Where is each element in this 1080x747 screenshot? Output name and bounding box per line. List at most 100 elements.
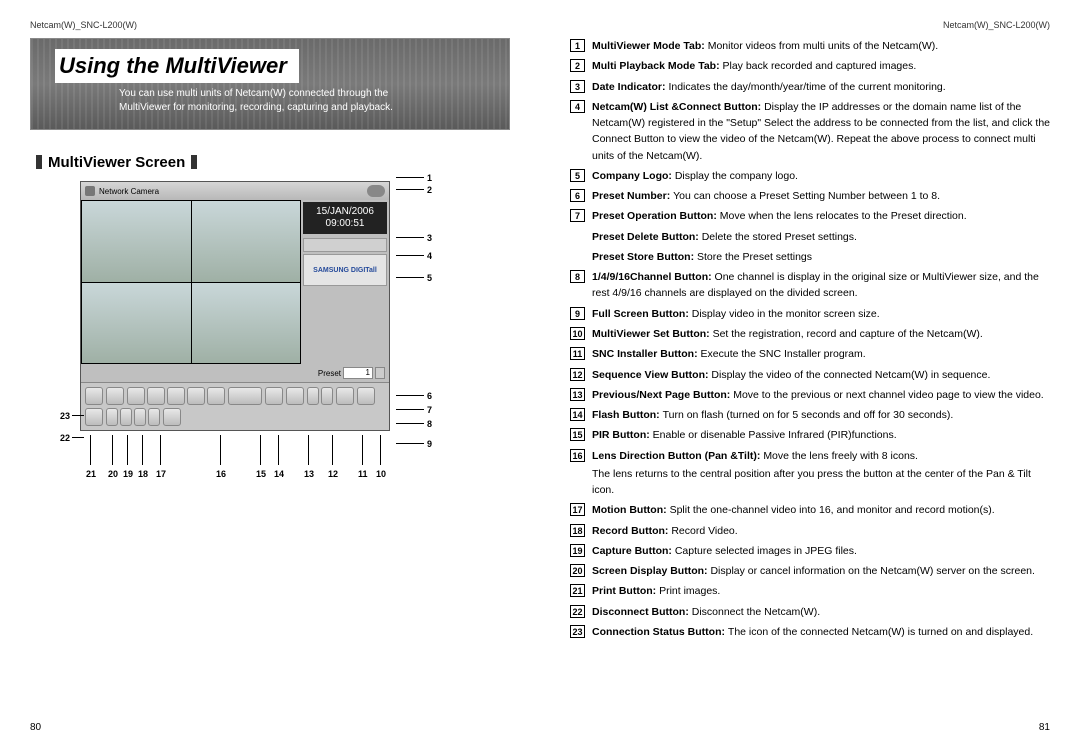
item-text: You can choose a Preset Setting Number b… [673, 190, 940, 202]
connection-status-button[interactable] [106, 387, 124, 405]
feature-item: 10MultiViewer Set Button: Set the regist… [570, 326, 1050, 342]
print-button[interactable] [127, 387, 145, 405]
feature-item: 6Preset Number: You can choose a Preset … [570, 188, 1050, 204]
section-title: MultiViewer Screen [30, 154, 510, 171]
item-text: Display the company logo. [675, 170, 798, 182]
viewer-toolbar [81, 382, 389, 430]
feature-item: Preset Delete Button: Delete the stored … [570, 229, 1050, 245]
pir-button[interactable] [265, 387, 283, 405]
header-right: Netcam(W)_SNC-L200(W) [570, 20, 1050, 30]
snc-installer-button[interactable] [357, 387, 375, 405]
callout-bottom: 13 [304, 469, 314, 479]
eye-icon [367, 185, 385, 197]
item-title: Netcam(W) List &Connect Button: [592, 101, 764, 113]
callout-8: 8 [427, 419, 432, 429]
channel-9-button[interactable] [134, 408, 146, 426]
item-number-box: 19 [570, 544, 585, 557]
flash-button[interactable] [286, 387, 304, 405]
feature-item: 9Full Screen Button: Display video in th… [570, 306, 1050, 322]
preset-number-field[interactable]: 1 [343, 367, 373, 379]
item-title: Preset Store Button: [592, 251, 697, 263]
date-indicator: 15/JAN/2006 09:00:51 [303, 202, 387, 234]
item-subtext: The lens returns to the central position… [592, 466, 1050, 499]
item-number-box: 16 [570, 449, 585, 462]
banner-title: Using the MultiViewer [55, 49, 299, 83]
item-title: Lens Direction Button (Pan &Tilt): [592, 450, 763, 462]
channel-1-button[interactable] [106, 408, 118, 426]
item-number-box: 3 [570, 80, 585, 93]
callout-bottom: 18 [138, 469, 148, 479]
screen-display-button[interactable] [147, 387, 165, 405]
record-button[interactable] [187, 387, 205, 405]
feature-item: 20Screen Display Button: Display or canc… [570, 563, 1050, 579]
app-icon [85, 186, 95, 196]
callout-7: 7 [427, 405, 432, 415]
banner-description: You can use multi units of Netcam(W) con… [119, 87, 479, 115]
item-number-box: 9 [570, 307, 585, 320]
item-text: Enable or disenable Passive Infrared (PI… [653, 429, 897, 441]
item-title: PIR Button: [592, 429, 653, 441]
item-number-box: 6 [570, 189, 585, 202]
item-title: Capture Button: [592, 545, 675, 557]
callout-5: 5 [427, 273, 432, 283]
callout-bottom: 19 [123, 469, 133, 479]
item-text: Move to the previous or next channel vid… [733, 389, 1044, 401]
feature-item: 5Company Logo: Display the company logo. [570, 168, 1050, 184]
item-text: Capture selected images in JPEG files. [675, 545, 857, 557]
motion-button[interactable] [207, 387, 225, 405]
lens-direction-button[interactable] [228, 387, 262, 405]
item-number-box: 5 [570, 169, 585, 182]
item-text: Record Video. [671, 525, 737, 537]
item-title: Preset Operation Button: [592, 210, 720, 222]
item-number-box: 15 [570, 428, 585, 441]
callout-6: 6 [427, 391, 432, 401]
feature-item: 4Netcam(W) List &Connect Button: Display… [570, 99, 1050, 164]
item-number-box: 21 [570, 584, 585, 597]
callout-bottom: 21 [86, 469, 96, 479]
page-number-left: 80 [30, 722, 41, 733]
item-number-box: 18 [570, 524, 585, 537]
callout-bottom: 10 [376, 469, 386, 479]
item-number-box: 13 [570, 388, 585, 401]
multiviewer-set-button[interactable] [85, 408, 103, 426]
preset-stepper[interactable] [375, 367, 385, 379]
netcam-list[interactable] [303, 238, 387, 252]
channel-16-button[interactable] [148, 408, 160, 426]
next-page-button[interactable] [321, 387, 333, 405]
item-text: Play back recorded and captured images. [723, 60, 917, 72]
fullscreen-button[interactable] [163, 408, 181, 426]
prev-page-button[interactable] [307, 387, 319, 405]
preset-label: Preset [318, 369, 341, 378]
item-title: Full Screen Button: [592, 308, 692, 320]
feature-item: Preset Store Button: Store the Preset se… [570, 249, 1050, 265]
item-title: Record Button: [592, 525, 671, 537]
sequence-view-button[interactable] [336, 387, 354, 405]
callout-3: 3 [427, 233, 432, 243]
item-title: Motion Button: [592, 504, 670, 516]
item-text: Split the one-channel video into 16, and… [670, 504, 995, 516]
item-number-box: 12 [570, 368, 585, 381]
callout-bottom: 20 [108, 469, 118, 479]
feature-item: 23Connection Status Button: The icon of … [570, 624, 1050, 640]
video-cell-2 [192, 201, 301, 282]
item-number-box: 20 [570, 564, 585, 577]
feature-item: 3Date Indicator: Indicates the day/month… [570, 79, 1050, 95]
viewer-titlebar: Network Camera [81, 182, 389, 200]
disconnect-button[interactable] [85, 387, 103, 405]
viewer-title-text: Network Camera [99, 187, 159, 196]
callout-bottom: 11 [358, 469, 368, 479]
item-text: Move the lens freely with 8 icons. [763, 450, 918, 462]
video-cell-3 [82, 283, 191, 364]
feature-item: 18 Record Button: Record Video. [570, 523, 1050, 539]
feature-item: 11SNC Installer Button: Execute the SNC … [570, 346, 1050, 362]
item-title: Disconnect Button: [592, 606, 692, 618]
callout-bottom: 15 [256, 469, 266, 479]
bottom-callouts: 212019181716151413121110 [80, 435, 510, 485]
feature-item: 17Motion Button: Split the one-channel v… [570, 502, 1050, 518]
callout-22: 22 [60, 433, 70, 443]
item-title: SNC Installer Button: [592, 348, 701, 360]
page-banner: Using the MultiViewer You can use multi … [30, 38, 510, 130]
channel-4-button[interactable] [120, 408, 132, 426]
item-title: Sequence View Button: [592, 369, 711, 381]
capture-button[interactable] [167, 387, 185, 405]
